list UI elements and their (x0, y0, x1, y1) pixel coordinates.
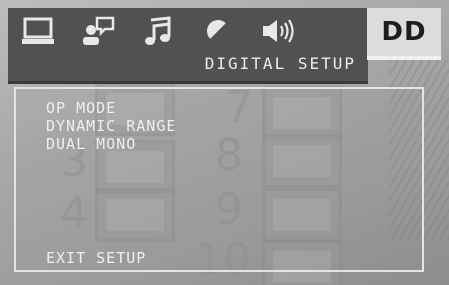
tab-general[interactable] (8, 12, 68, 50)
osd-screen: 7 8 9 10 3 4 DD DIGITAL SETUP OP MODE DY… (0, 0, 449, 285)
section-header: DIGITAL SETUP (8, 52, 368, 80)
page-title: DIGITAL SETUP (204, 54, 356, 73)
tab-speaker[interactable] (248, 12, 308, 50)
speaker-icon (263, 19, 294, 43)
menu-item-op-mode[interactable]: OP MODE (46, 99, 116, 117)
tab-dolby-digital[interactable]: DD (367, 8, 441, 56)
tab-audio[interactable] (128, 12, 188, 50)
music-note-icon (145, 16, 171, 45)
color-circle-icon (207, 20, 230, 43)
language-icon (83, 16, 115, 45)
active-tab-indicator (367, 56, 441, 60)
tab-video[interactable] (188, 12, 248, 50)
menu-item-dynamic-range[interactable]: DYNAMIC RANGE (46, 117, 176, 135)
tab-language[interactable] (68, 12, 128, 50)
tab-dolby-digital-label: DD (381, 17, 427, 47)
menu-item-exit-setup[interactable]: EXIT SETUP (46, 249, 146, 267)
monitor-icon (22, 17, 54, 44)
menu-item-dual-mono[interactable]: DUAL MONO (46, 135, 136, 153)
setup-menu-panel: OP MODE DYNAMIC RANGE DUAL MONO EXIT SET… (14, 87, 424, 272)
